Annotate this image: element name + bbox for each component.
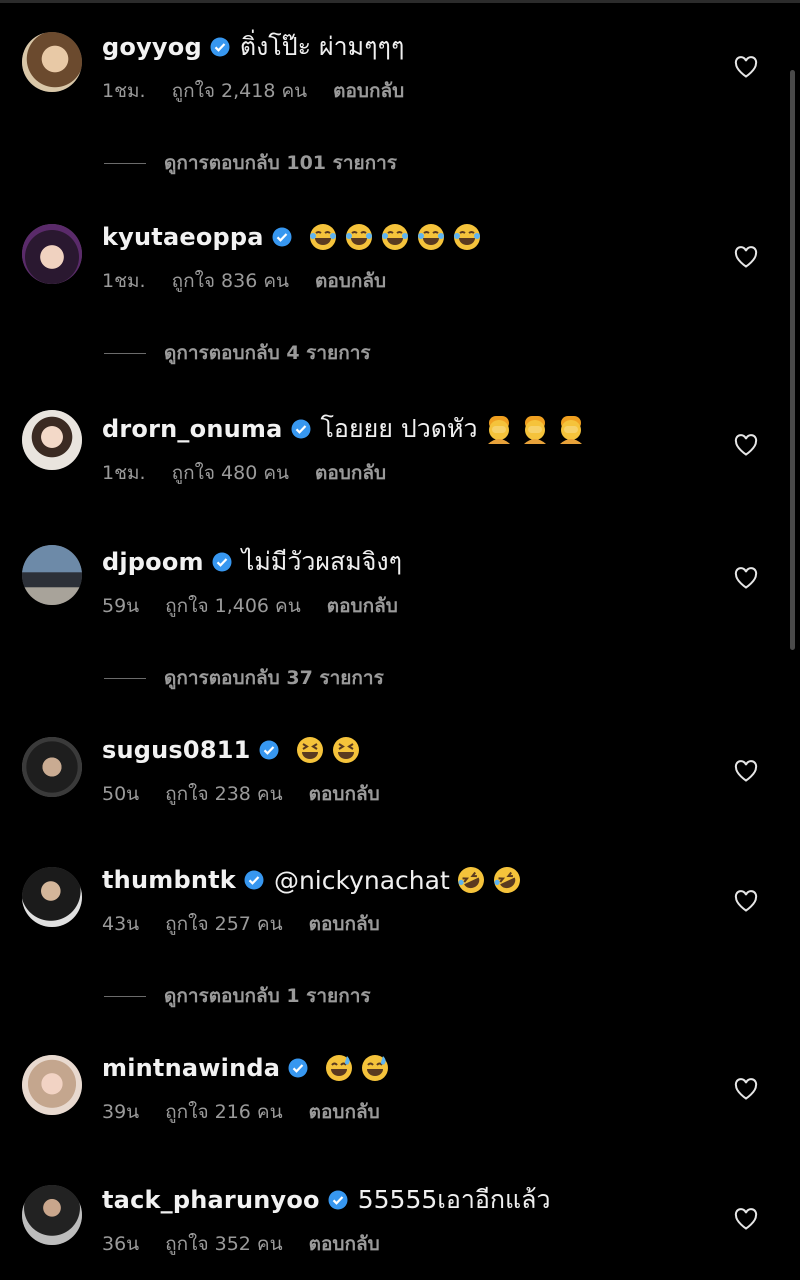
comment-time: 36น — [102, 1233, 140, 1255]
view-replies-button[interactable]: ดูการตอบกลับ 4 รายการ — [104, 338, 371, 368]
tears-of-joy-emoji-icon — [345, 224, 372, 250]
view-replies-label: ดูการตอบกลับ 101 รายการ — [164, 152, 398, 174]
view-replies-button[interactable]: ดูการตอบกลับ 101 รายการ — [104, 148, 397, 178]
avatar[interactable] — [22, 545, 82, 605]
comment-text: ไม่มีวัวผสมจิงๆ — [241, 547, 403, 576]
verified-badge-icon — [212, 552, 232, 572]
avatar[interactable] — [22, 1055, 82, 1115]
verified-badge-icon — [328, 1190, 348, 1210]
reply-button[interactable]: ตอบกลับ — [333, 76, 404, 106]
tears-of-joy-emoji-icon — [309, 224, 336, 250]
verified-badge-icon — [272, 227, 292, 247]
comment-time: 1ชม. — [102, 270, 146, 292]
verified-badge-icon — [288, 1058, 308, 1078]
grin-sweat-emoji-icon — [362, 1055, 389, 1081]
verified-badge-icon — [244, 870, 264, 890]
comment-text: ติ่งโป๊ะ ผ่ามๆๆๆ — [239, 32, 405, 61]
username[interactable]: mintnawinda — [102, 1054, 280, 1082]
avatar[interactable] — [22, 737, 82, 797]
comment-time: 59น — [102, 595, 140, 617]
scrollbar[interactable] — [790, 70, 795, 650]
facepalm-emoji-icon — [559, 416, 582, 444]
tears-of-joy-emoji-icon — [417, 224, 444, 250]
tears-of-joy-emoji-icon — [381, 224, 408, 250]
reply-button[interactable]: ตอบกลับ — [327, 591, 398, 621]
username[interactable]: thumbntk — [102, 866, 236, 894]
comment-text: โอยยย ปวดหัว — [320, 414, 478, 443]
view-replies-label: ดูการตอบกลับ 4 รายการ — [164, 342, 371, 364]
replies-divider — [104, 995, 146, 997]
avatar[interactable] — [22, 410, 82, 470]
grin-sweat-emoji-icon — [326, 1055, 353, 1081]
facepalm-emoji-icon — [523, 416, 546, 444]
view-replies-button[interactable]: ดูการตอบกลับ 37 รายการ — [104, 663, 384, 693]
heart-icon[interactable] — [734, 890, 758, 912]
comment-time: 1ชม. — [102, 462, 146, 484]
comment-time: 39น — [102, 1101, 140, 1123]
reply-button[interactable]: ตอบกลับ — [309, 779, 380, 809]
comment-time: 1ชม. — [102, 80, 146, 102]
like-count[interactable]: ถูกใจ 352 คน — [165, 1229, 282, 1259]
reply-button[interactable]: ตอบกลับ — [315, 458, 386, 488]
avatar[interactable] — [22, 32, 82, 92]
username[interactable]: tack_pharunyoo — [102, 1186, 320, 1214]
like-count[interactable]: ถูกใจ 257 คน — [165, 909, 282, 939]
view-replies-label: ดูการตอบกลับ 37 รายการ — [164, 667, 384, 689]
facepalm-emoji-icon — [487, 416, 510, 444]
verified-badge-icon — [210, 37, 230, 57]
like-count[interactable]: ถูกใจ 836 คน — [172, 266, 289, 296]
avatar[interactable] — [22, 224, 82, 284]
replies-divider — [104, 162, 146, 164]
username[interactable]: kyutaeoppa — [102, 223, 264, 251]
replies-divider — [104, 677, 146, 679]
like-count[interactable]: ถูกใจ 216 คน — [165, 1097, 282, 1127]
rofl-emoji-icon — [493, 867, 520, 893]
grinning-squint-emoji-icon — [332, 737, 359, 763]
comment-time: 50น — [102, 783, 140, 805]
verified-badge-icon — [291, 419, 310, 439]
reply-button[interactable]: ตอบกลับ — [309, 909, 380, 939]
grinning-squint-emoji-icon — [296, 737, 323, 763]
username[interactable]: djpoom — [102, 548, 204, 576]
like-count[interactable]: ถูกใจ 1,406 คน — [165, 591, 301, 621]
heart-icon[interactable] — [734, 567, 758, 589]
like-count[interactable]: ถูกใจ 480 คน — [172, 458, 289, 488]
avatar[interactable] — [22, 867, 82, 927]
heart-icon[interactable] — [734, 1078, 758, 1100]
reply-button[interactable]: ตอบกลับ — [309, 1229, 380, 1259]
heart-icon[interactable] — [734, 760, 758, 782]
view-replies-label: ดูการตอบกลับ 1 รายการ — [164, 985, 371, 1007]
reply-button[interactable]: ตอบกลับ — [315, 266, 386, 296]
avatar[interactable] — [22, 1185, 82, 1245]
top-divider — [0, 0, 800, 3]
heart-icon[interactable] — [734, 1208, 758, 1230]
username[interactable]: drorn_onuma — [102, 415, 283, 443]
tears-of-joy-emoji-icon — [453, 224, 480, 250]
heart-icon[interactable] — [734, 434, 758, 456]
comment-text: 55555เอาอีกแล้ว — [357, 1185, 551, 1214]
heart-icon[interactable] — [734, 56, 758, 78]
like-count[interactable]: ถูกใจ 2,418 คน — [172, 76, 308, 106]
username[interactable]: goyyog — [102, 33, 202, 61]
replies-divider — [104, 352, 146, 354]
reply-button[interactable]: ตอบกลับ — [309, 1097, 380, 1127]
comment-time: 43น — [102, 913, 140, 935]
like-count[interactable]: ถูกใจ 238 คน — [165, 779, 282, 809]
verified-badge-icon — [259, 740, 279, 760]
view-replies-button[interactable]: ดูการตอบกลับ 1 รายการ — [104, 981, 371, 1011]
comment-text[interactable]: @nickynachat — [274, 866, 450, 895]
heart-icon[interactable] — [734, 246, 758, 268]
rofl-emoji-icon — [457, 867, 484, 893]
username[interactable]: sugus0811 — [102, 736, 251, 764]
